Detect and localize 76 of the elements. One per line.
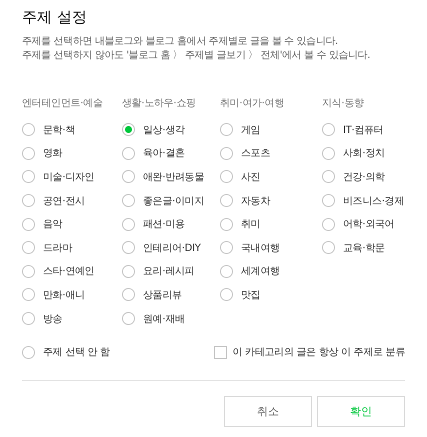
- radio-button[interactable]: [122, 123, 135, 136]
- radio-button[interactable]: [22, 170, 35, 184]
- radio-button[interactable]: [122, 170, 135, 184]
- radio-button[interactable]: [122, 312, 135, 326]
- option-label[interactable]: 스포츠: [241, 146, 270, 160]
- radio-button[interactable]: [220, 146, 233, 160]
- option-label[interactable]: 인테리어·DIY: [143, 240, 201, 255]
- option-label[interactable]: 사회·정치: [343, 146, 385, 160]
- radio-button[interactable]: [122, 288, 135, 302]
- radio-button[interactable]: [22, 218, 35, 231]
- radio-button[interactable]: [322, 123, 335, 136]
- checkbox[interactable]: [214, 346, 227, 359]
- dialog-title: 주제 설정: [22, 8, 88, 27]
- option-label[interactable]: 상품리뷰: [143, 288, 182, 302]
- radio-button[interactable]: [22, 241, 35, 254]
- radio-button[interactable]: [122, 264, 135, 278]
- option-label[interactable]: 어학·외국어: [343, 217, 394, 232]
- option-label[interactable]: 주제 선택 안 함: [43, 345, 110, 360]
- radio-button[interactable]: [322, 241, 335, 254]
- radio-button[interactable]: [22, 312, 35, 326]
- option-label[interactable]: 패션·미용: [143, 217, 185, 232]
- radio-button[interactable]: [220, 123, 233, 136]
- radio-button[interactable]: [322, 218, 335, 231]
- option-label[interactable]: 교육·학문: [343, 240, 385, 255]
- option-label[interactable]: IT·컴퓨터: [343, 122, 384, 137]
- option-label[interactable]: 좋은글·이미지: [143, 194, 204, 208]
- radio-button[interactable]: [220, 170, 233, 184]
- option-label[interactable]: 비즈니스·경제: [343, 194, 404, 208]
- group-heading: 취미·여가·여행: [220, 97, 285, 111]
- radio-button[interactable]: [122, 218, 135, 231]
- radio-button[interactable]: [322, 194, 335, 208]
- radio-button[interactable]: [122, 241, 135, 254]
- option-label[interactable]: 드라마: [43, 240, 72, 255]
- description-text: 주제를 선택하면 내블로그와 블로그 홈에서 주제별로 글을 볼 수 있습니다.: [22, 35, 339, 49]
- option-label[interactable]: 스타·연예인: [43, 264, 94, 278]
- description-text: 주제를 선택하지 않아도 '블로그 홈 〉 주제별 글보기 〉 전체'에서 볼 수 있습니다.: [22, 49, 372, 63]
- option-label[interactable]: 요리·레시피: [143, 264, 194, 278]
- option-label[interactable]: 자동차: [241, 194, 270, 208]
- radio-button[interactable]: [22, 146, 35, 160]
- option-label[interactable]: 음악: [43, 217, 62, 232]
- radio-button[interactable]: [220, 194, 233, 208]
- radio-button[interactable]: [220, 218, 233, 231]
- radio-button[interactable]: [22, 194, 35, 208]
- group-heading: 지식·동향: [322, 97, 365, 111]
- option-label[interactable]: 국내여행: [241, 240, 280, 255]
- radio-button[interactable]: [322, 146, 335, 160]
- option-label[interactable]: 영화: [43, 146, 62, 160]
- radio-button[interactable]: [220, 288, 233, 302]
- radio-button[interactable]: [122, 146, 135, 160]
- option-label[interactable]: 건강·의학: [343, 170, 385, 184]
- radio-button[interactable]: [22, 346, 35, 359]
- radio-button[interactable]: [220, 264, 233, 278]
- radio-button[interactable]: [22, 288, 35, 302]
- radio-button[interactable]: [22, 264, 35, 278]
- option-label[interactable]: 공연·전시: [43, 194, 85, 208]
- option-label[interactable]: 미술·디자인: [43, 170, 94, 184]
- radio-button[interactable]: [220, 241, 233, 254]
- option-label[interactable]: 방송: [43, 312, 62, 326]
- checkbox-label[interactable]: 이 카테고리의 글은 항상 이 주제로 분류: [232, 345, 405, 360]
- group-heading: 생활·노하우·쇼핑: [122, 97, 197, 111]
- option-label[interactable]: 만화·애니: [43, 288, 85, 302]
- group-heading: 엔터테인먼트·예술: [22, 97, 104, 111]
- radio-button[interactable]: [122, 194, 135, 208]
- option-label[interactable]: 애완·반려동물: [143, 170, 204, 184]
- option-label[interactable]: 원예·재배: [143, 312, 185, 326]
- option-label[interactable]: 육아·결혼: [143, 146, 185, 160]
- option-label[interactable]: 문학·책: [43, 122, 75, 137]
- option-label[interactable]: 맛집: [241, 288, 260, 302]
- radio-button[interactable]: [22, 123, 35, 136]
- cancel-button[interactable]: 취소: [224, 396, 312, 427]
- option-label[interactable]: 일상·생각: [143, 122, 185, 137]
- option-label[interactable]: 세계여행: [241, 264, 280, 278]
- radio-button[interactable]: [322, 170, 335, 184]
- option-label[interactable]: 게임: [241, 122, 260, 137]
- option-label[interactable]: 취미: [241, 217, 260, 232]
- option-label[interactable]: 사진: [241, 170, 260, 184]
